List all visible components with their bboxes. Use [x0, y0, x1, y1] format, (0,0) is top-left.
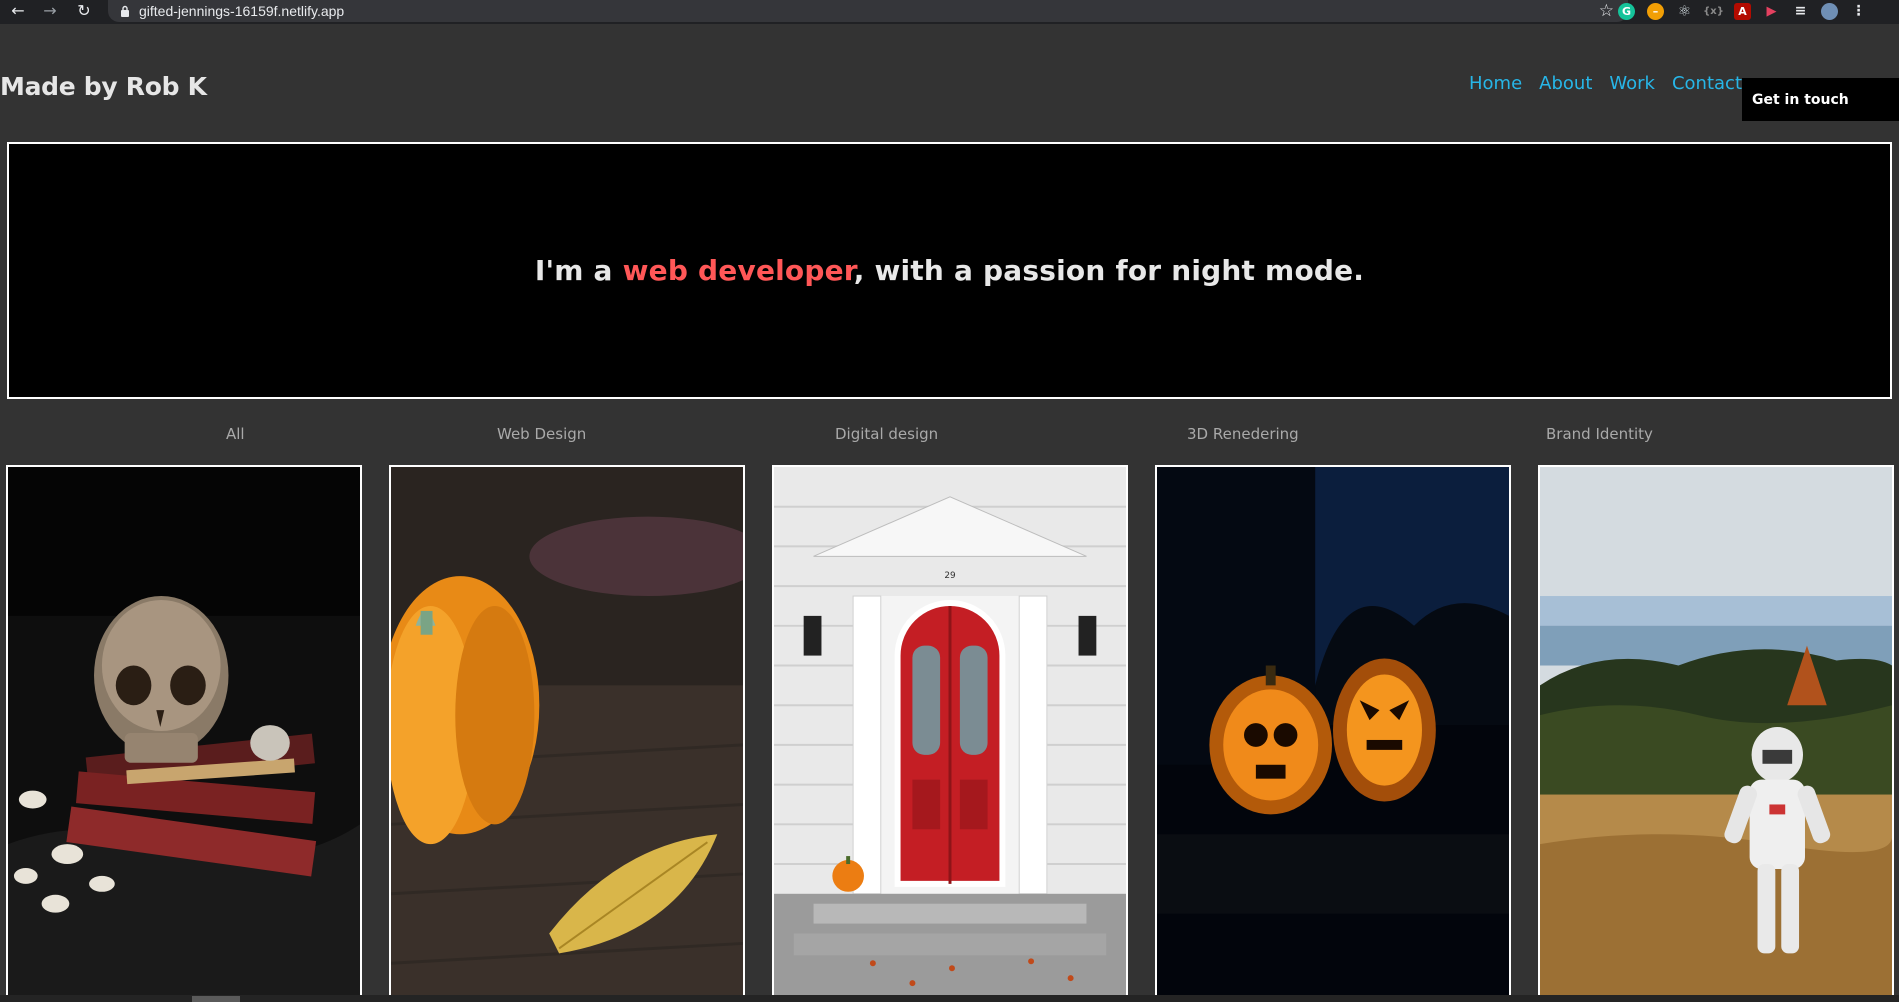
horizontal-scrollbar[interactable] — [0, 995, 1899, 1002]
gallery-card-skull[interactable] — [6, 465, 362, 1002]
astronaut-figure-photo — [1540, 467, 1892, 1000]
pdf-extension-icon[interactable]: A — [1734, 2, 1751, 20]
door-number: 29 — [944, 571, 956, 581]
back-arrow-icon[interactable]: ← — [8, 1, 28, 21]
braces-extension-icon[interactable]: {x} — [1703, 3, 1724, 20]
hero-prefix: I'm a — [534, 254, 623, 287]
hero-headline: I'm a web developer, with a passion for … — [535, 254, 1364, 287]
reading-list-icon[interactable]: ≡ — [1792, 3, 1809, 20]
lock-icon — [120, 5, 130, 17]
get-in-touch-button[interactable]: Get in touch — [1742, 78, 1899, 121]
filter-3d-rendering[interactable]: 3D Renedering — [1187, 425, 1299, 443]
site-brand[interactable]: Made by Rob K — [0, 72, 207, 101]
profile-avatar-icon[interactable] — [1821, 2, 1838, 20]
menu-dots-icon[interactable]: ⋮ — [1850, 3, 1867, 20]
nav-about-link[interactable]: About — [1539, 73, 1592, 94]
hero-suffix: , with a passion for night mode. — [853, 254, 1365, 287]
reload-icon[interactable]: ↻ — [74, 1, 94, 21]
jack-o-lanterns-photo — [1157, 467, 1509, 1000]
main-nav: Home About Work Contact — [1469, 73, 1759, 94]
bookmark-star-icon[interactable]: ☆ — [1599, 1, 1614, 21]
address-bar[interactable]: gifted-jennings-16159f.netlify.app ☆ — [108, 0, 1628, 22]
gallery-card-astronaut[interactable] — [1538, 465, 1894, 1002]
browser-toolbar: ← → ↻ gifted-jennings-16159f.netlify.app… — [0, 0, 1899, 24]
nav-work-link[interactable]: Work — [1609, 73, 1655, 94]
filter-brand-identity[interactable]: Brand Identity — [1546, 425, 1653, 443]
nav-home-link[interactable]: Home — [1469, 73, 1522, 94]
orange-extension-icon[interactable]: – — [1647, 2, 1664, 20]
nav-contact-link[interactable]: Contact — [1672, 73, 1742, 94]
pumpkin-and-leaf-photo — [391, 467, 743, 1000]
filter-all[interactable]: All — [226, 425, 245, 443]
hero-highlight: web developer — [622, 254, 854, 287]
hero-banner: I'm a web developer, with a passion for … — [7, 142, 1892, 399]
gallery-card-pumpkin[interactable] — [389, 465, 745, 1002]
red-door-photo: 29 — [774, 467, 1126, 1000]
gallery-card-jack-o-lanterns[interactable] — [1155, 465, 1511, 1002]
url-text: gifted-jennings-16159f.netlify.app — [139, 3, 345, 19]
react-devtools-icon[interactable]: ⚛ — [1676, 2, 1693, 20]
skull-with-books-photo — [8, 467, 360, 1000]
forward-arrow-icon[interactable]: → — [40, 1, 60, 21]
filter-digital-design[interactable]: Digital design — [835, 425, 938, 443]
grammarly-extension-icon[interactable]: G — [1618, 2, 1635, 20]
filter-web-design[interactable]: Web Design — [497, 425, 586, 443]
video-extension-icon[interactable]: ▶ — [1763, 3, 1780, 20]
gallery-card-red-door[interactable]: 29 — [772, 465, 1128, 1002]
scrollbar-thumb[interactable] — [192, 996, 240, 1002]
